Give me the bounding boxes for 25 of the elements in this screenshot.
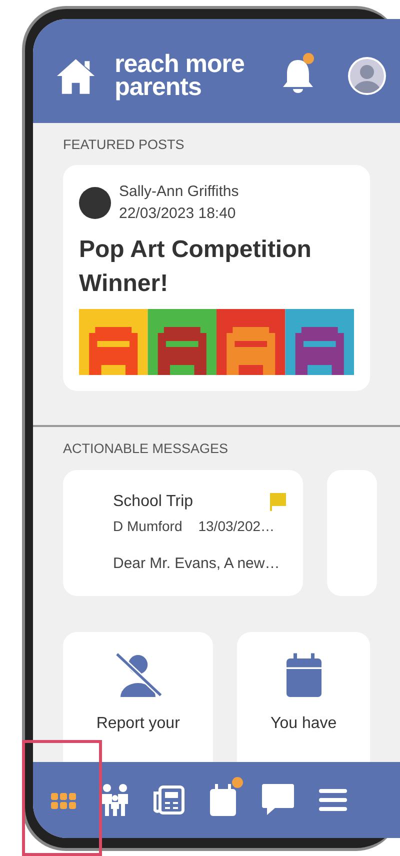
logo-text: reach more [114, 53, 244, 76]
section-heading: FEATURED POSTS [63, 136, 186, 154]
tile-text: Report your [95, 714, 181, 734]
menu-icon [318, 786, 348, 814]
message-card[interactable]: School Trip D Mumford 13/03/202… Dear Mr. Evans, A new… [63, 470, 303, 596]
message-date: 13/03/202… [198, 516, 275, 536]
post-date: 22/03/2023 18:40 [119, 204, 237, 224]
section-heading: ACTIONABLE MESSAGES [63, 440, 230, 458]
action-tile[interactable]: You have [237, 632, 370, 762]
message-sender: D Mumford [113, 516, 182, 536]
tile-text: You have [270, 714, 338, 734]
family-icon [100, 783, 130, 817]
speech-bubble-icon [261, 783, 296, 817]
message-subject: School Trip [113, 492, 194, 512]
author-name: Sally-Ann Griffiths [119, 182, 239, 202]
post-title: Pop Art Competition Winner! [79, 235, 312, 300]
message-preview: Dear Mr. Evans, A new… [113, 554, 281, 574]
action-tile[interactable]: Report your [63, 632, 214, 762]
calendar-icon [208, 783, 238, 817]
avatar[interactable] [348, 57, 386, 95]
post-card[interactable]: Sally-Ann Griffiths 22/03/2023 18:40 Pop Art Competition Winner! [63, 165, 370, 392]
newspaper-icon [152, 785, 185, 815]
logo-text: parents [114, 76, 202, 99]
author-avatar [79, 187, 111, 220]
home-icon[interactable] [55, 57, 97, 95]
